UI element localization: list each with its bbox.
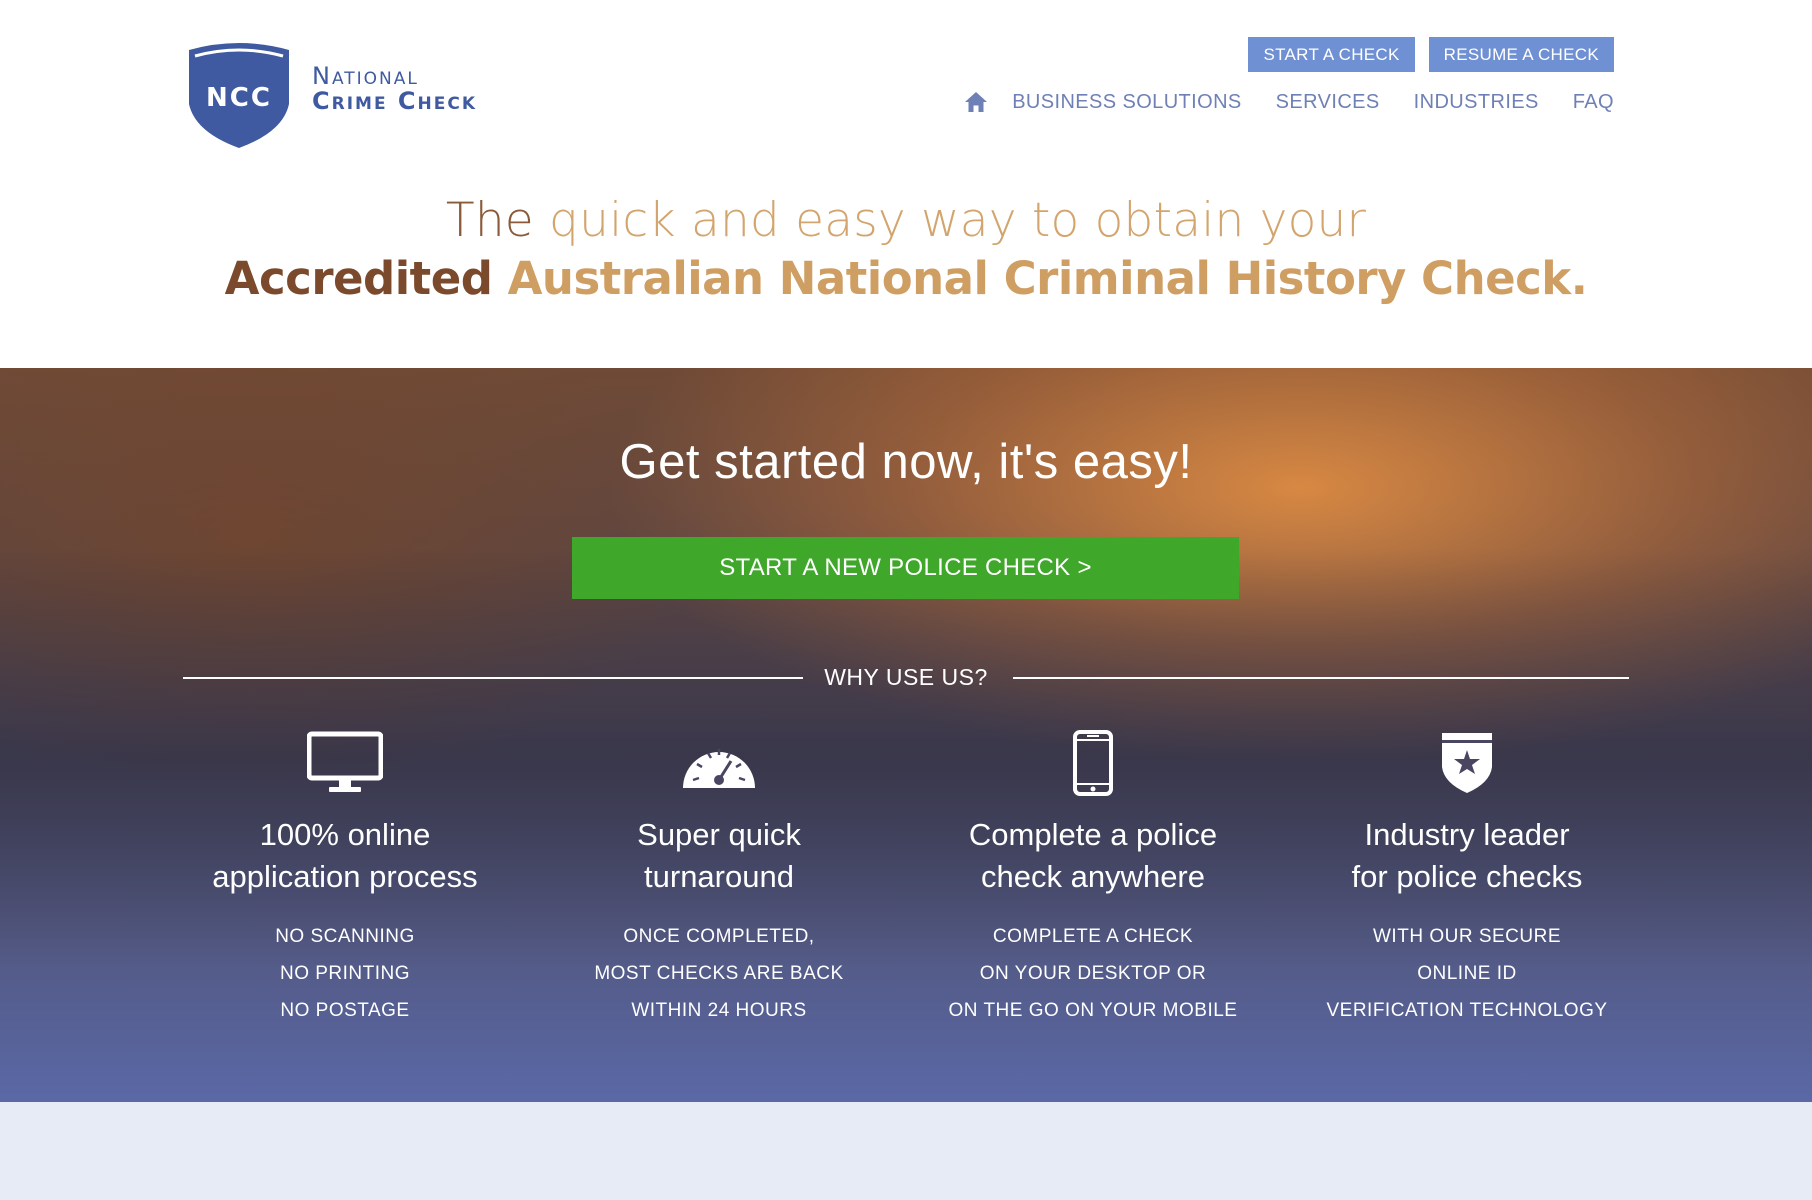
logo-line-crime-check: Crime Check xyxy=(312,87,478,115)
feature-detail-line: ON THE GO ON YOUR MOBILE xyxy=(948,1000,1238,1021)
feature-detail-line: WITH OUR SECURE xyxy=(1373,926,1561,947)
feature-title: Industry leader for police checks xyxy=(1297,814,1637,898)
feature-details: COMPLETE A CHECK ON YOUR DESKTOP OR ON T… xyxy=(923,918,1263,1029)
feature-title-line-2: turnaround xyxy=(644,859,794,894)
nav-faq[interactable]: FAQ xyxy=(1573,91,1614,114)
feature-detail-line: ONCE COMPLETED, xyxy=(623,926,815,947)
start-a-check-button[interactable]: START A CHECK xyxy=(1248,37,1415,72)
feature-title-line-2: check anywhere xyxy=(980,859,1205,894)
feature-anywhere: Complete a police check anywhere COMPLETE… xyxy=(923,728,1263,1029)
speedometer-icon xyxy=(683,749,755,788)
headline-line-1-lead: The xyxy=(445,193,534,248)
feature-detail-line: COMPLETE A CHECK xyxy=(992,926,1194,947)
feature-detail-line: ONLINE ID xyxy=(1417,963,1517,984)
logo-wordmark: National Crime Check xyxy=(312,64,477,114)
feature-detail-line: NO POSTAGE xyxy=(280,1000,410,1021)
top-action-buttons: START A CHECK RESUME A CHECK xyxy=(1248,37,1614,72)
why-use-us-divider: WHY USE US? xyxy=(183,658,1629,698)
headline-line-2-lead: Accredited xyxy=(224,252,493,305)
headline-line-2: Accredited Australian National Criminal … xyxy=(0,252,1812,305)
nav-industries[interactable]: INDUSTRIES xyxy=(1414,91,1539,114)
feature-detail-line: NO SCANNING xyxy=(275,926,415,947)
headline-line-1-rest: quick and easy way to obtain your xyxy=(533,193,1367,248)
feature-details: NO SCANNING NO PRINTING NO POSTAGE xyxy=(175,918,515,1029)
feature-title-line-1: Industry leader xyxy=(1364,817,1570,852)
feature-title-line-2: application process xyxy=(212,859,478,894)
divider-line-right xyxy=(1013,677,1629,679)
logo-badge-text: NCC xyxy=(206,83,272,113)
ncc-shield-logo-icon: NCC xyxy=(189,43,289,148)
start-new-police-check-button[interactable]: START A NEW POLICE CHECK > xyxy=(572,537,1239,599)
feature-title-line-1: Super quick xyxy=(637,817,801,852)
feature-title-line-2: for police checks xyxy=(1351,859,1583,894)
feature-online-process: 100% online application process NO SCANNI… xyxy=(175,728,515,1029)
headline-line-1: The quick and easy way to obtain your xyxy=(0,193,1812,248)
main-nav: BUSINESS SOLUTIONS SERVICES INDUSTRIES F… xyxy=(964,90,1614,114)
nav-business-solutions[interactable]: BUSINESS SOLUTIONS xyxy=(1012,91,1241,114)
feature-detail-line: MOST CHECKS ARE BACK xyxy=(594,963,844,984)
hero-section: Get started now, it's easy! START A NEW … xyxy=(0,368,1812,1102)
site-header: NCC National Crime Check START A CHECK R… xyxy=(0,0,1812,368)
footer-band xyxy=(0,1102,1812,1200)
feature-title: Super quick turnaround xyxy=(549,814,889,898)
feature-detail-line: WITHIN 24 HOURS xyxy=(631,1000,807,1021)
mobile-phone-icon xyxy=(1073,730,1113,796)
logo-line-national: National xyxy=(312,62,419,90)
feature-details: WITH OUR SECURE ONLINE ID VERIFICATION T… xyxy=(1297,918,1637,1029)
home-icon[interactable] xyxy=(964,90,988,114)
monitor-icon xyxy=(307,731,383,792)
headline: The quick and easy way to obtain your Ac… xyxy=(0,193,1812,305)
feature-quick-turnaround: Super quick turnaround ONCE COMPLETED, MO… xyxy=(549,728,889,1029)
feature-title: Complete a police check anywhere xyxy=(923,814,1263,898)
feature-title-line-1: Complete a police xyxy=(968,817,1218,852)
resume-a-check-button[interactable]: RESUME A CHECK xyxy=(1428,37,1614,72)
shield-star-icon xyxy=(1442,733,1492,793)
feature-details: ONCE COMPLETED, MOST CHECKS ARE BACK WIT… xyxy=(549,918,889,1029)
feature-title-line-1: 100% online xyxy=(259,817,431,852)
hero-title: Get started now, it's easy! xyxy=(619,435,1193,489)
nav-services[interactable]: SERVICES xyxy=(1276,91,1380,114)
feature-detail-line: NO PRINTING xyxy=(279,963,411,984)
feature-title: 100% online application process xyxy=(175,814,515,898)
feature-industry-leader: Industry leader for police checks WITH OU… xyxy=(1297,728,1637,1029)
feature-detail-line: VERIFICATION TECHNOLOGY xyxy=(1326,1000,1608,1021)
feature-detail-line: ON YOUR DESKTOP OR xyxy=(979,963,1207,984)
headline-line-2-rest: Australian National Criminal History Che… xyxy=(492,252,1588,305)
